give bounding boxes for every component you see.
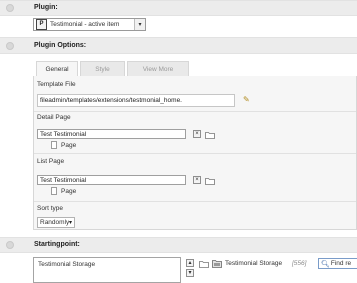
startingpoint-list-item[interactable]: Testimonial Storage	[38, 261, 95, 268]
sort-type-label: Sort type	[37, 205, 64, 212]
plugin-type-icon: P	[36, 19, 47, 30]
storage-folder-icon	[212, 259, 222, 270]
tab-label: General	[45, 65, 69, 73]
chevron-down-icon[interactable]: ▾	[134, 19, 145, 30]
detail-page-item-label: Page	[61, 142, 77, 149]
find-records-input[interactable]: 🔍︎ Find re	[318, 258, 357, 269]
collapse-icon[interactable]	[6, 4, 14, 12]
field-divider	[34, 111, 356, 112]
page-icon	[51, 141, 57, 149]
move-up-icon[interactable]: ▴	[186, 259, 194, 267]
plugin-select-value: Testimonial - active item	[50, 21, 120, 28]
chevron-down-icon[interactable]: ▾	[69, 219, 74, 226]
collapse-icon[interactable]	[6, 241, 14, 249]
tab-label: View More	[142, 65, 174, 73]
tab-style[interactable]: Style	[80, 61, 125, 76]
move-down-icon[interactable]: ▾	[186, 269, 194, 277]
tab-general[interactable]: General	[36, 61, 78, 76]
search-icon: 🔍︎	[321, 260, 330, 268]
list-page-input[interactable]: Test Testimonial	[37, 175, 186, 185]
collapse-icon[interactable]	[6, 42, 14, 50]
folder-icon[interactable]	[205, 177, 215, 187]
plugin-select[interactable]: P Testimonial - active item ▾	[33, 18, 146, 31]
tab-label: Style	[95, 65, 110, 73]
clear-icon[interactable]: ×	[193, 176, 201, 184]
tab-view-more[interactable]: View More	[127, 61, 189, 76]
template-file-input[interactable]: fileadmin/templates/extensions/testmonia…	[37, 94, 235, 107]
list-page-item-label: Page	[61, 188, 77, 195]
folder-icon[interactable]	[205, 131, 215, 141]
plugin-heading: Plugin:	[34, 4, 58, 11]
record-id: [556]	[292, 260, 307, 267]
detail-page-input[interactable]: Test Testimonial	[37, 129, 186, 139]
field-divider	[34, 153, 356, 154]
template-file-label: Template File	[37, 81, 76, 88]
find-records-placeholder: Find re	[330, 260, 352, 267]
clear-icon[interactable]: ×	[193, 130, 201, 138]
sort-type-select[interactable]: Randomly ▾	[37, 217, 75, 228]
startingpoint-heading: Startingpoint:	[34, 241, 80, 248]
list-page-label: List Page	[37, 158, 65, 165]
plugin-options-heading: Plugin Options:	[34, 42, 87, 49]
detail-page-label: Detail Page	[37, 114, 71, 121]
startingpoint-listbox[interactable]: Testimonial Storage	[33, 257, 181, 283]
record-label: Testimonial Storage	[225, 260, 283, 267]
field-divider	[34, 201, 356, 202]
folder-icon[interactable]	[199, 260, 209, 270]
sort-type-value: Randomly	[40, 219, 69, 226]
wizard-icon[interactable]: ✎	[243, 95, 253, 105]
page-icon	[51, 187, 57, 195]
